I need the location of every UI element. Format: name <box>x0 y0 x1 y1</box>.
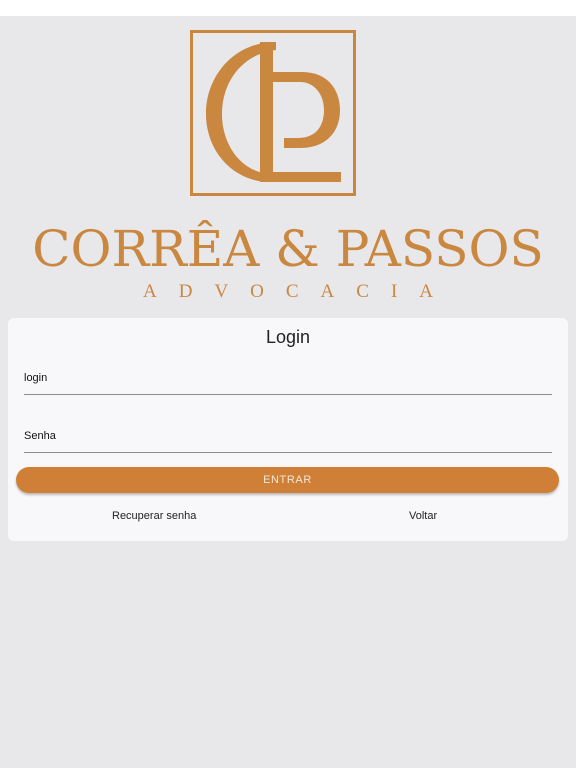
recover-password-link[interactable]: Recuperar senha <box>112 509 196 523</box>
status-bar <box>0 0 576 16</box>
password-field <box>24 420 552 453</box>
login-input[interactable] <box>24 362 552 394</box>
login-title: Login <box>265 327 311 347</box>
login-field <box>24 362 552 395</box>
logo: CORRÊA & PASSOS ADVOCACIA <box>0 16 576 310</box>
monogram-logo-icon <box>190 30 356 196</box>
enter-button[interactable]: ENTRAR <box>16 467 559 493</box>
back-link[interactable]: Voltar <box>409 509 437 523</box>
firm-name: CORRÊA & PASSOS <box>32 220 544 278</box>
login-card: Login ENTRAR Recuperar senha Voltar <box>8 318 568 541</box>
firm-subtitle: ADVOCACIA <box>143 281 455 302</box>
password-input[interactable] <box>24 420 552 452</box>
